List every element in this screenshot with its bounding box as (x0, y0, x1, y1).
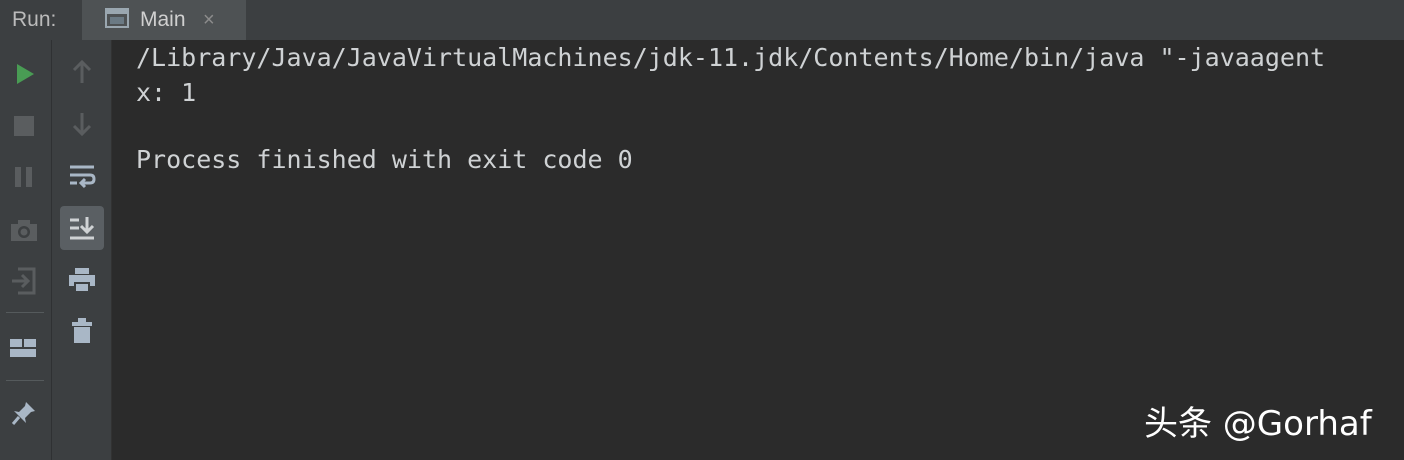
soft-wrap-icon[interactable] (65, 159, 99, 193)
trash-icon[interactable] (65, 314, 99, 348)
tab-label: Main (140, 8, 186, 31)
tab-main[interactable]: Main × (82, 0, 246, 40)
up-arrow-icon[interactable] (65, 55, 99, 89)
toolbar-divider (6, 380, 44, 381)
run-actions-toolbar (0, 40, 51, 460)
console-line: /Library/Java/JavaVirtualMachines/jdk-11… (136, 43, 1326, 72)
toolbar-divider (6, 312, 44, 313)
down-arrow-icon[interactable] (65, 107, 99, 141)
print-icon[interactable] (65, 263, 99, 297)
console-output[interactable]: /Library/Java/JavaVirtualMachines/jdk-11… (112, 40, 1404, 460)
exit-icon[interactable] (7, 264, 41, 298)
run-tool-window-header: Run: Main × (0, 0, 1404, 40)
console-actions-toolbar (52, 40, 111, 460)
stop-icon[interactable] (7, 109, 41, 143)
layout-icon[interactable] (6, 331, 40, 365)
pause-icon[interactable] (7, 160, 41, 194)
console-line: x: 1 (136, 78, 197, 107)
pin-icon[interactable] (7, 396, 41, 430)
run-label: Run: (12, 8, 57, 31)
camera-icon[interactable] (7, 213, 41, 247)
console-line: Process finished with exit code 0 (136, 145, 633, 174)
console-window-icon (103, 6, 131, 32)
scroll-to-end-icon[interactable] (60, 206, 104, 250)
watermark: 头条 @Gorhaf (1144, 404, 1372, 444)
rerun-icon[interactable] (8, 57, 42, 91)
close-icon[interactable]: × (203, 0, 215, 40)
